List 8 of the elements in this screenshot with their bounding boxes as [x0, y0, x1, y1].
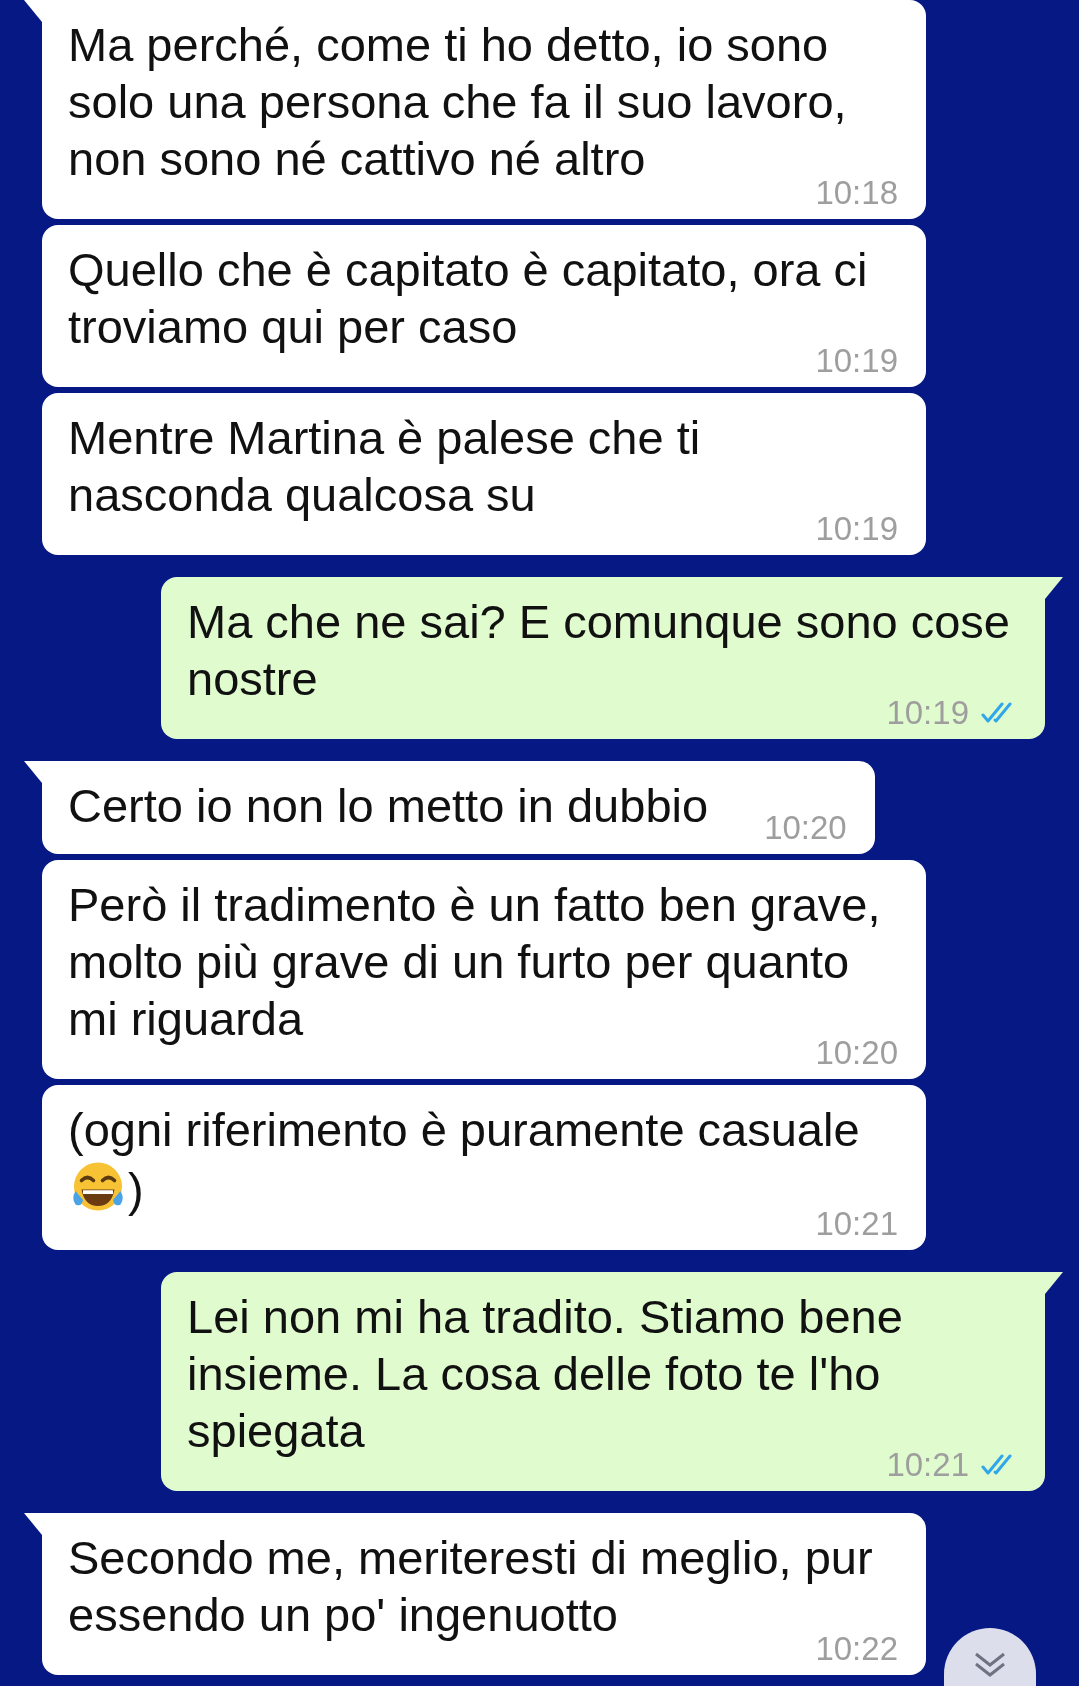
message-text: Certo io non lo metto in dubbio: [68, 779, 709, 832]
message-text: Mentre Martina è palese che ti nasconda qualcosa su: [68, 411, 701, 521]
message-time: 10:20: [764, 808, 847, 848]
message-time: 10:19: [815, 509, 898, 549]
message-text: ): [128, 1163, 144, 1216]
scroll-down-button[interactable]: [944, 1628, 1036, 1686]
message-time: 10:21: [815, 1204, 898, 1244]
message-text: (ogni riferimento è puramente casuale: [68, 1103, 860, 1156]
